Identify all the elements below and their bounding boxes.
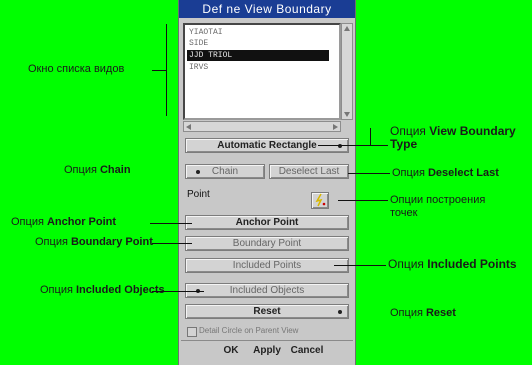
option-menu-icon: [338, 310, 342, 314]
apply-button[interactable]: Apply: [249, 344, 285, 359]
detail-circle-checkbox[interactable]: [187, 327, 197, 337]
define-view-boundary-dialog: Def ne View Boundary YIAOTAI SIDE JJD TR…: [178, 0, 356, 365]
leader-line: [152, 291, 204, 292]
view-list-box[interactable]: YIAOTAI SIDE JJD TRIOL IRVS: [183, 23, 341, 120]
list-item[interactable]: SIDE: [187, 38, 329, 49]
leader-line: [150, 223, 192, 224]
cancel-button[interactable]: Cancel: [287, 344, 327, 359]
leader-line: [338, 200, 388, 201]
scroll-down-arrow-icon[interactable]: [344, 112, 350, 117]
list-bracket-line: [166, 24, 167, 116]
annotation-boundary-type: Опция View Boundary Type: [390, 124, 516, 151]
leader-line: [348, 173, 390, 174]
reset-label: Reset: [253, 306, 281, 317]
annotation-included-objects: Опция Included Objects: [40, 284, 165, 296]
annotation-list-window: Окно списка видов: [28, 63, 125, 75]
annotation-chain: Опция Chain: [64, 164, 131, 176]
reset-option-menu[interactable]: Reset: [185, 304, 349, 319]
leader-line: [152, 243, 192, 244]
deselect-last-button[interactable]: Deselect Last: [269, 164, 349, 179]
annotation-anchor-point: Опция Anchor Point: [11, 216, 117, 228]
separator: [181, 340, 353, 341]
horizontal-scrollbar[interactable]: [183, 121, 341, 132]
list-item[interactable]: YIAOTAI: [187, 27, 329, 38]
included-objects-label: Included Objects: [229, 285, 305, 296]
annotation-deselect-last: Опция Deselect Last: [392, 167, 499, 179]
leader-line: [370, 128, 371, 145]
included-objects-button[interactable]: Included Objects: [185, 283, 349, 298]
dialog-title: Def ne View Boundary: [179, 0, 355, 18]
point-label: Point: [187, 189, 210, 200]
list-item-selected[interactable]: JJD TRIOL: [187, 50, 329, 61]
included-points-button[interactable]: Included Points: [185, 258, 349, 273]
annotation-point-options: Опции построения точек: [390, 194, 486, 219]
boundary-point-button[interactable]: Boundary Point: [185, 236, 349, 251]
annotation-reset: Опция Reset: [390, 307, 456, 319]
anchor-point-button[interactable]: Anchor Point: [185, 215, 349, 230]
chain-button[interactable]: Chain: [185, 164, 265, 179]
point-construction-icon[interactable]: [311, 192, 329, 209]
leader-line: [318, 145, 388, 146]
vertical-scrollbar[interactable]: [341, 23, 353, 120]
scroll-left-arrow-icon[interactable]: [186, 124, 191, 130]
annotation-boundary-point: Опция Boundary Point: [35, 236, 153, 248]
lightning-icon: [315, 193, 326, 207]
list-item[interactable]: IRVS: [187, 62, 329, 73]
annotation-included-points: Опция Included Points: [388, 257, 517, 271]
leader-line: [152, 70, 166, 71]
ok-button[interactable]: OK: [217, 344, 245, 359]
chain-label: Chain: [211, 166, 239, 177]
scroll-up-arrow-icon[interactable]: [344, 26, 350, 31]
detail-circle-label: Detail Circle on Parent View: [199, 326, 299, 335]
scroll-right-arrow-icon[interactable]: [333, 124, 338, 130]
radio-indicator-icon: [196, 170, 200, 174]
leader-line: [334, 265, 386, 266]
boundary-type-label: Automatic Rectangle: [217, 140, 317, 151]
